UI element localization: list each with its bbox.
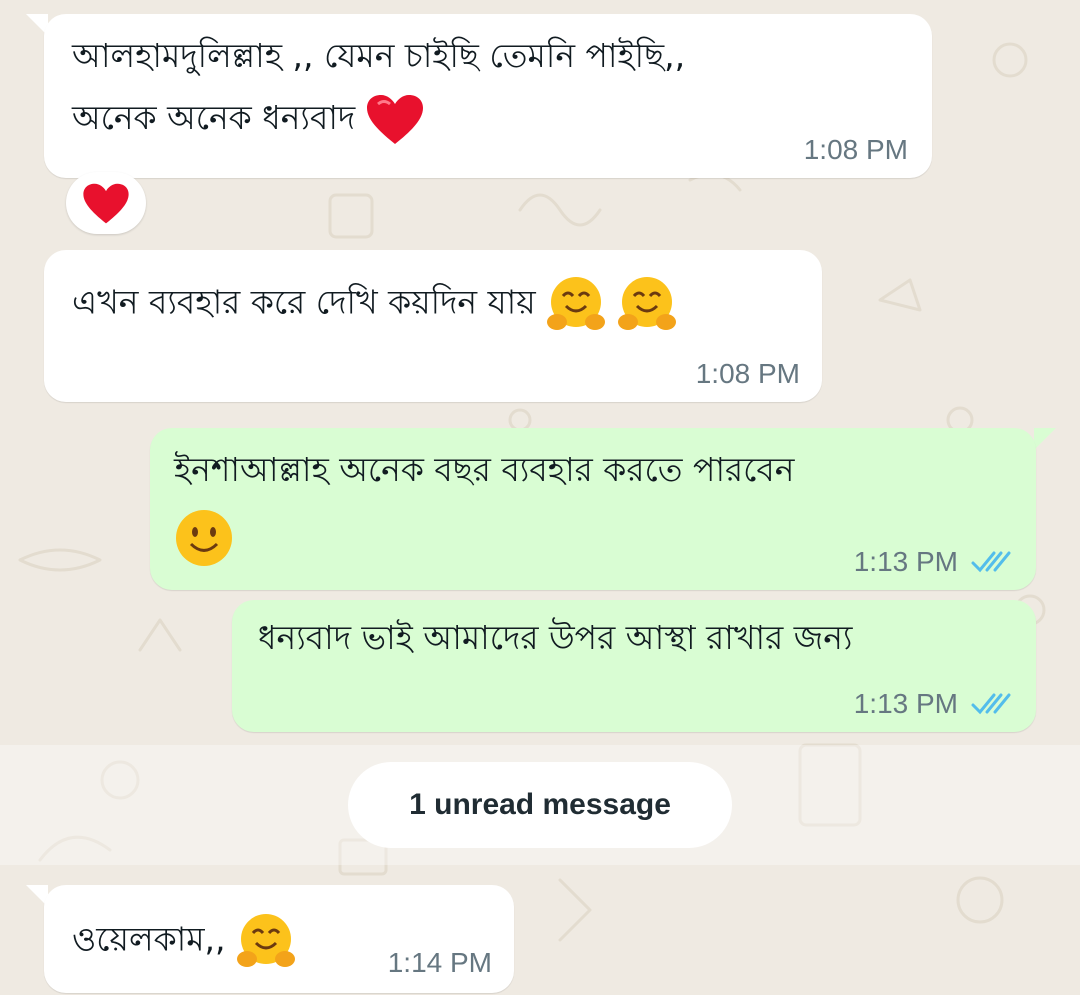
message-text-line: এখন ব্যবহার করে দেখি কয়দিন যায় (72, 282, 536, 322)
message-text-line: ওয়েলকাম,, (72, 911, 296, 971)
message-timestamp: 1:08 PM (803, 134, 908, 165)
message-text-line: ধন্যবাদ ভাই আমাদের উপর আস্থা রাখার জন্য (258, 618, 853, 657)
message-text-line: ওয়েলকাম,, (72, 919, 226, 959)
red-heart-emoji-icon (366, 94, 423, 144)
red-heart-reaction-icon (83, 183, 129, 224)
read-receipt-icon (971, 693, 1011, 715)
outgoing-message-bubble[interactable]: ইনশাআল্লাহ অনেক বছর ব্যবহার করতে পারবেন … (150, 428, 1036, 590)
smiling-face-emoji-icon (176, 510, 232, 566)
hugging-face-emoji-icon (617, 277, 676, 330)
incoming-message-bubble[interactable]: আলহামদুলিল্লাহ ,, যেমন চাইছি তেমনি পাইছি… (44, 14, 932, 178)
read-receipt-icon (971, 551, 1011, 573)
incoming-message-bubble[interactable]: এখন ব্যবহার করে দেখি কয়দিন যায় 1:08 PM (44, 250, 822, 402)
message-timestamp: 1:14 PM (387, 947, 492, 978)
hugging-face-emoji-icon (237, 914, 296, 967)
message-text-line: আলহামদুলিল্লাহ ,, যেমন চাইছি তেমনি পাইছি… (72, 36, 686, 75)
message-reaction[interactable] (66, 172, 146, 234)
message-timestamp: 1:13 PM (853, 688, 958, 719)
message-text-line: অনেক অনেক ধন্যবাদ (72, 90, 424, 146)
incoming-message-bubble[interactable]: ওয়েলকাম,, 1:14 PM (44, 885, 514, 993)
unread-messages-divider: 1 unread message (348, 762, 732, 848)
message-timestamp: 1:08 PM (695, 358, 800, 389)
outgoing-message-bubble[interactable]: ধন্যবাদ ভাই আমাদের উপর আস্থা রাখার জন্য … (232, 600, 1036, 732)
message-timestamp: 1:13 PM (853, 546, 958, 577)
message-text-line: অনেক অনেক ধন্যবাদ (72, 98, 356, 137)
hugging-face-emoji-icon (547, 277, 606, 330)
bubble-tail (1034, 428, 1056, 450)
message-text-line: এখন ব্যবহার করে দেখি কয়দিন যায় (72, 274, 677, 334)
message-text-line: ইনশাআল্লাহ অনেক বছর ব্যবহার করতে পারবেন (174, 450, 795, 489)
